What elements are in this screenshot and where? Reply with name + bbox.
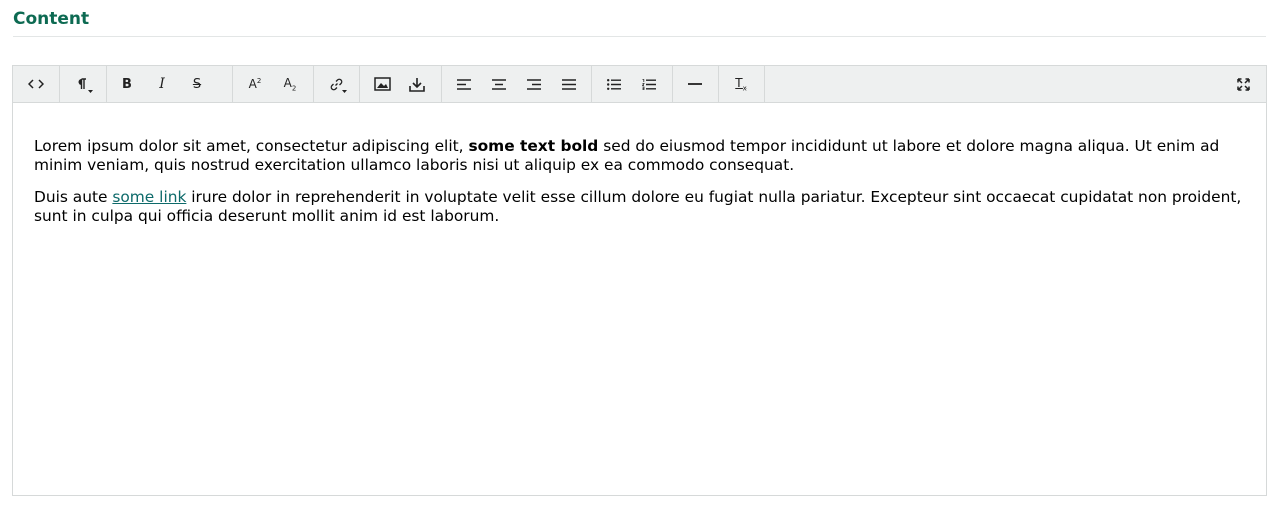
subscript-button[interactable]: A2: [276, 71, 304, 97]
insert-file-button[interactable]: [403, 71, 431, 97]
source-code-button[interactable]: [22, 71, 50, 97]
subscript-icon: A2: [283, 75, 297, 93]
bulleted-list-button[interactable]: [600, 71, 628, 97]
expand-icon: [1236, 77, 1250, 91]
horizontal-line-icon: [688, 83, 702, 85]
toolbar-group-script: A2 A2: [232, 66, 314, 102]
code-icon: [28, 79, 44, 89]
chevron-down-icon: [342, 90, 347, 93]
bold-button[interactable]: B: [113, 71, 141, 97]
paragraph-1-text: Lorem ipsum dolor sit amet, consectetur …: [34, 137, 469, 155]
content-link[interactable]: some link: [112, 188, 186, 206]
superscript-button[interactable]: A2: [241, 71, 269, 97]
chevron-down-icon: [88, 90, 93, 93]
toolbar-group-format: [59, 66, 107, 102]
paragraph-2-text-cont: irure dolor in reprehenderit in voluptat…: [34, 188, 1242, 225]
paragraph-2: Duis aute some link irure dolor in repre…: [34, 188, 1249, 225]
toolbar-group-media: [359, 66, 442, 102]
download-icon: [409, 77, 425, 92]
editor-toolbar: B I S A2 A2 Tx: [13, 66, 1266, 103]
numbered-list-icon: [642, 78, 656, 90]
title-divider: [13, 36, 1266, 37]
clear-formatting-icon: Tx: [735, 75, 747, 93]
align-justify-icon: [562, 78, 576, 90]
section-title: Content: [13, 9, 90, 29]
toolbar-group-rule: [672, 66, 719, 102]
superscript-icon: A2: [248, 77, 262, 91]
toolbar-group-lists: [591, 66, 673, 102]
insert-image-button[interactable]: [368, 71, 396, 97]
align-center-button[interactable]: [485, 71, 513, 97]
image-icon: [373, 77, 391, 91]
pilcrow-icon: [78, 78, 86, 89]
rich-text-editor: B I S A2 A2 Tx Lorem ipsum dolor sit ame…: [12, 65, 1267, 496]
align-center-icon: [492, 78, 506, 90]
insert-link-button[interactable]: [322, 71, 350, 97]
toolbar-group-text-style: B I S: [106, 66, 233, 102]
align-right-icon: [527, 78, 541, 90]
strikethrough-button[interactable]: S: [183, 71, 211, 97]
paragraph-2-text: Duis aute: [34, 188, 113, 206]
italic-button[interactable]: I: [148, 71, 176, 97]
bullet-list-icon: [607, 78, 621, 90]
fullscreen-button[interactable]: [1229, 71, 1257, 97]
align-right-button[interactable]: [520, 71, 548, 97]
toolbar-group-source: [13, 66, 60, 102]
paragraph-format-button[interactable]: [68, 71, 96, 97]
toolbar-group-clear: Tx: [718, 66, 765, 102]
horizontal-rule-button[interactable]: [681, 71, 709, 97]
clear-formatting-button[interactable]: Tx: [727, 71, 755, 97]
bold-text: some text bold: [468, 137, 599, 155]
numbered-list-button[interactable]: [635, 71, 663, 97]
link-icon: [330, 78, 342, 90]
editor-content-area[interactable]: Lorem ipsum dolor sit amet, consectetur …: [34, 137, 1249, 239]
toolbar-group-align: [441, 66, 592, 102]
toolbar-group-link: [313, 66, 360, 102]
align-justify-button[interactable]: [555, 71, 583, 97]
align-left-icon: [457, 78, 471, 90]
align-left-button[interactable]: [450, 71, 478, 97]
paragraph-1: Lorem ipsum dolor sit amet, consectetur …: [34, 137, 1249, 174]
